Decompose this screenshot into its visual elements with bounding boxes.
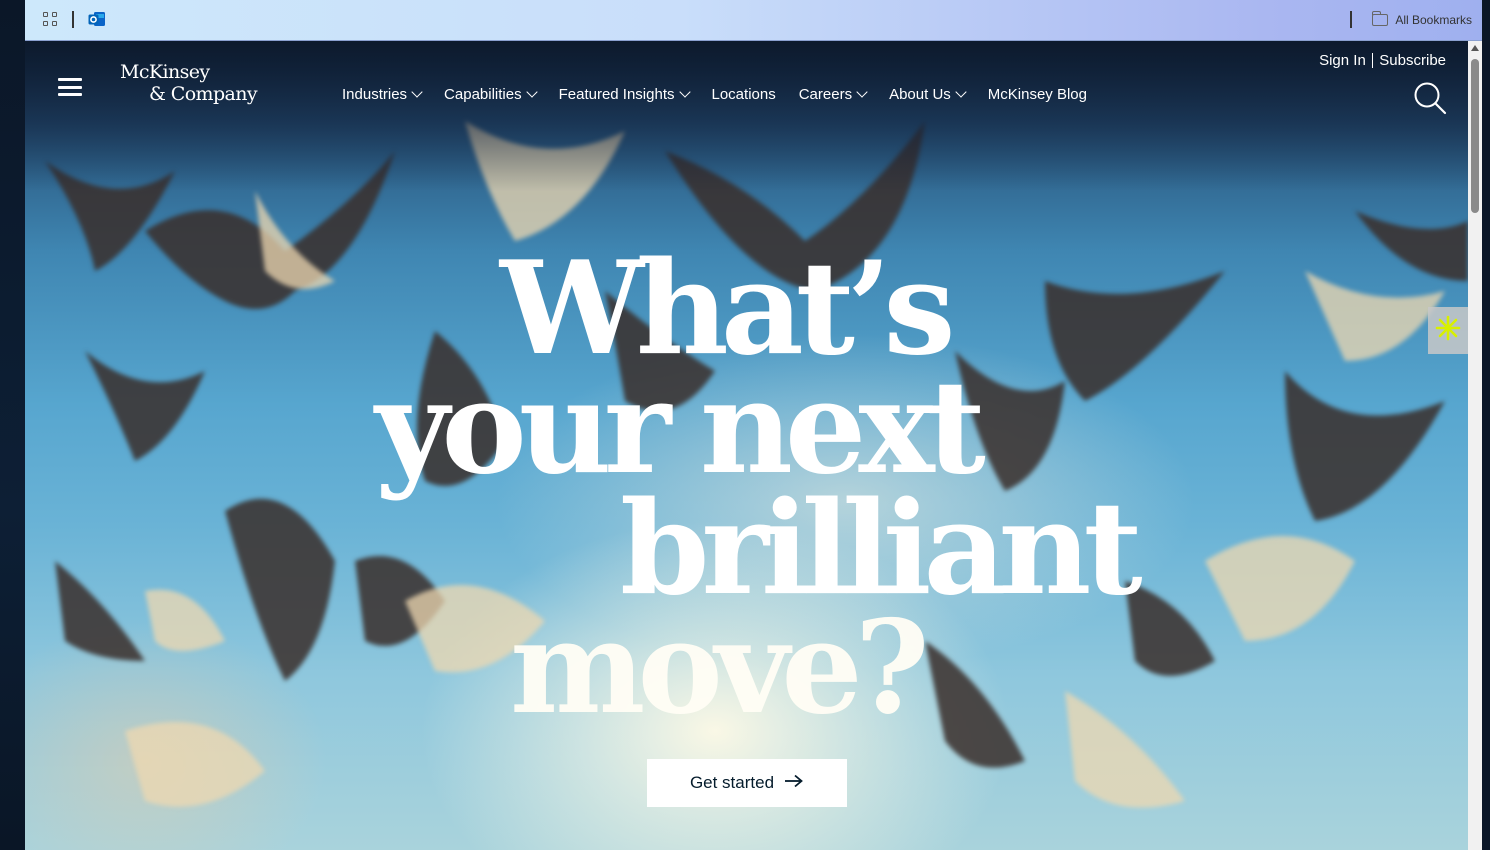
apps-grid-icon[interactable]	[43, 12, 59, 28]
page-scrollbar[interactable]	[1468, 41, 1482, 850]
folder-icon	[1371, 11, 1389, 26]
desktop-background-left	[0, 0, 25, 850]
account-links: Sign In Subscribe	[1319, 52, 1446, 69]
nav-item-capabilities[interactable]: Capabilities	[444, 86, 538, 103]
hero-headline-line-2: your next	[375, 353, 986, 503]
all-bookmarks-button[interactable]: All Bookmarks	[1371, 11, 1472, 28]
hamburger-menu-icon[interactable]	[58, 78, 82, 96]
nav-item-mckinsey-blog[interactable]: McKinsey Blog	[988, 86, 1087, 103]
logo-line-1: McKinsey	[120, 61, 210, 83]
nav-item-label: Industries	[342, 86, 408, 103]
asterisk-icon	[1435, 315, 1461, 346]
subscribe-link[interactable]: Subscribe	[1379, 52, 1446, 69]
get-started-button[interactable]: Get started	[647, 759, 847, 807]
scrollbar-thumb[interactable]	[1471, 59, 1479, 213]
arrow-right-icon	[784, 773, 804, 793]
nav-item-about-us[interactable]: About Us	[889, 86, 967, 103]
nav-item-featured-insights[interactable]: Featured Insights	[558, 86, 691, 103]
nav-item-label: Capabilities	[444, 86, 522, 103]
logo-line-2: & Company	[149, 83, 258, 105]
nav-item-industries[interactable]: Industries	[342, 86, 423, 103]
chevron-down-icon	[955, 86, 967, 98]
chevron-down-icon	[678, 86, 691, 98]
outlook-icon[interactable]	[88, 11, 106, 28]
desktop-background-right	[1482, 0, 1490, 850]
page-viewport: McKinsey & Company Industries Capabiliti…	[25, 41, 1468, 850]
chevron-down-icon	[525, 86, 538, 98]
nav-item-label: About Us	[889, 86, 951, 103]
nav-item-careers[interactable]: Careers	[798, 86, 868, 103]
sign-in-link[interactable]: Sign In	[1319, 52, 1366, 69]
chevron-down-icon	[856, 86, 868, 98]
nav-item-label: Careers	[798, 86, 853, 103]
nav-item-label: McKinsey Blog	[987, 86, 1087, 103]
nav-item-label: Locations	[711, 86, 776, 103]
account-divider	[1371, 53, 1374, 68]
feedback-widget-button[interactable]	[1428, 307, 1468, 354]
search-icon[interactable]	[1413, 81, 1447, 115]
mckinsey-logo[interactable]: McKinsey & Company	[120, 61, 258, 105]
get-started-label: Get started	[689, 773, 775, 792]
scroll-up-arrow-icon[interactable]	[1471, 45, 1479, 51]
hero-headline-line-4: move?	[510, 593, 930, 743]
nav-item-locations[interactable]: Locations	[712, 86, 776, 103]
bookmarks-bar: All Bookmarks	[25, 0, 1482, 41]
main-navigation: Industries Capabilities Featured Insight…	[342, 86, 1110, 103]
all-bookmarks-label: All Bookmarks	[1395, 13, 1472, 27]
bookmarks-separator	[72, 11, 74, 28]
chevron-down-icon	[411, 86, 423, 98]
nav-item-label: Featured Insights	[558, 86, 675, 103]
bookmarks-separator	[1350, 11, 1352, 28]
